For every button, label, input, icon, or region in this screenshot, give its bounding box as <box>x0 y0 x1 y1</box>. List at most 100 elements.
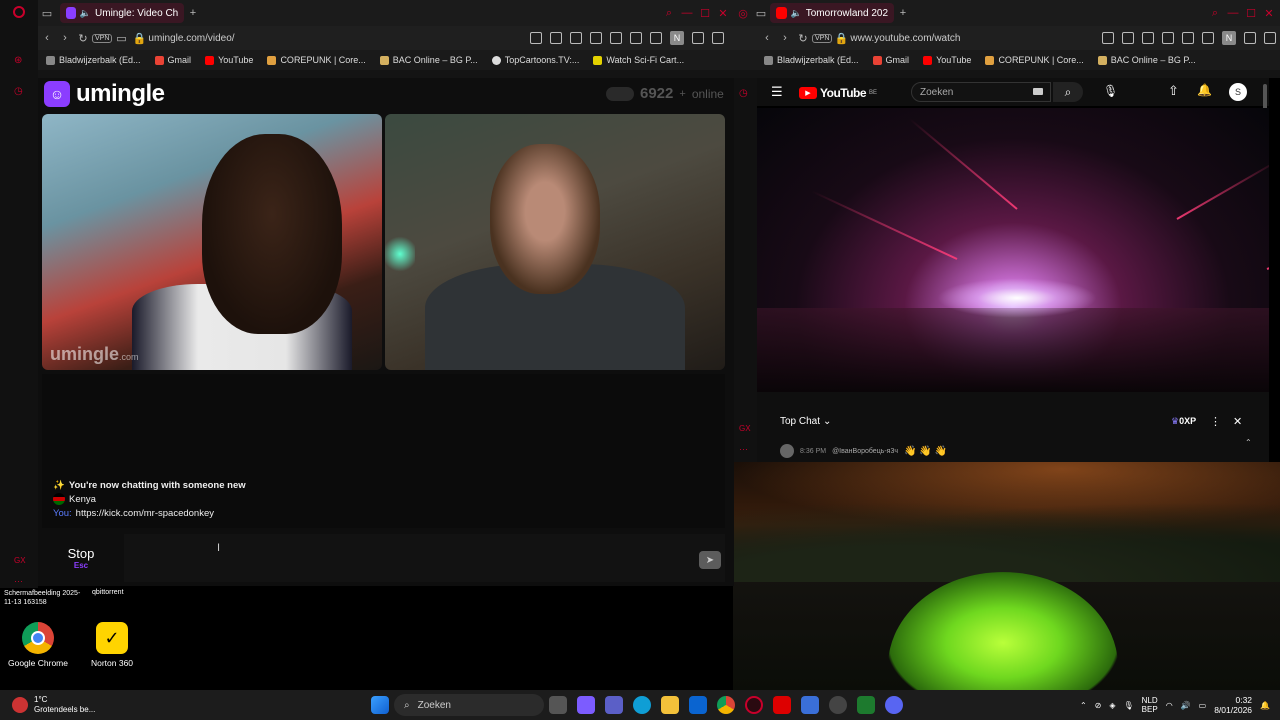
close-icon[interactable]: ✕ <box>1260 7 1278 20</box>
download-icon[interactable] <box>692 32 704 44</box>
message-input[interactable]: I ➤ <box>124 534 725 582</box>
heart-icon[interactable] <box>1182 32 1194 44</box>
pin-icon[interactable] <box>1102 32 1114 44</box>
play-icon[interactable] <box>610 32 622 44</box>
xp-badge[interactable]: ♛0XP <box>1171 416 1196 427</box>
search-icon[interactable]: ⌕ <box>1053 82 1083 102</box>
hamburger-icon[interactable]: ☰ <box>771 84 783 100</box>
vpn-badge[interactable]: VPN <box>92 33 113 43</box>
reload-icon[interactable]: ↻ <box>74 32 92 45</box>
discord-icon[interactable] <box>885 696 903 714</box>
desktop-file-label[interactable]: Schermafbeelding 2025-11-13 163158 <box>4 589 84 607</box>
url-field[interactable]: www.youtube.com/watch <box>850 33 1098 44</box>
profile-avatar[interactable]: N <box>670 31 684 45</box>
play-icon[interactable] <box>1162 32 1174 44</box>
desktop-icon-chrome[interactable]: Google Chrome <box>6 622 70 668</box>
pin-icon[interactable] <box>530 32 542 44</box>
back-icon[interactable]: ‹ <box>38 32 56 44</box>
calculator-icon[interactable] <box>801 696 819 714</box>
security-icon[interactable]: ◈ <box>1109 701 1115 710</box>
desktop-icon-norton[interactable]: ✓ Norton 360 <box>80 622 144 668</box>
bookmark-item[interactable]: BAC Online – BG P... <box>1097 55 1196 65</box>
task-view-icon[interactable] <box>549 696 567 714</box>
desktop-file-label-2[interactable]: qbittorrent <box>92 589 152 596</box>
bookmark-item[interactable]: Bladwijzerbalk (Ed... <box>46 55 141 65</box>
clock[interactable]: 0:32 8/01/2026 <box>1214 695 1252 715</box>
chevron-up-icon[interactable]: ⌃ <box>1245 438 1252 447</box>
mic-icon[interactable]: 🎙 <box>1103 84 1118 98</box>
vpn-badge[interactable]: VPN <box>812 33 833 43</box>
minimize-icon[interactable]: — <box>678 7 696 19</box>
extensions-icon[interactable] <box>1202 32 1214 44</box>
notifications-icon[interactable]: 🔔 <box>1197 83 1212 97</box>
battery-icon[interactable]: ▭ <box>1199 701 1207 710</box>
history-icon[interactable]: ◷ <box>739 88 748 99</box>
search-tabs-icon[interactable]: ⌕ <box>660 7 678 20</box>
new-tab-icon[interactable]: + <box>894 7 912 19</box>
bookmark-item[interactable]: YouTube <box>205 55 253 65</box>
language-indicator[interactable]: NLD BEP <box>1142 696 1158 714</box>
online-toggle[interactable] <box>606 86 634 101</box>
chrome-icon[interactable] <box>717 696 735 714</box>
youtube-app-icon[interactable] <box>773 696 791 714</box>
stop-button[interactable]: Stop Esc <box>42 534 120 582</box>
translate-icon[interactable] <box>590 32 602 44</box>
weather-widget[interactable]: 1°C Grotendeels be... <box>12 695 152 715</box>
minimize-icon[interactable]: — <box>1224 7 1242 19</box>
search-tabs-icon[interactable]: ⌕ <box>1206 7 1224 20</box>
self-video[interactable] <box>385 114 725 370</box>
edge-icon[interactable] <box>633 696 651 714</box>
crop-icon[interactable] <box>1122 32 1134 44</box>
bookmark-item[interactable]: TopCartoons.TV:... <box>491 55 579 65</box>
reload-icon[interactable]: ↻ <box>794 32 812 45</box>
crop-icon[interactable] <box>550 32 562 44</box>
shield-icon[interactable] <box>1142 32 1154 44</box>
teams-icon[interactable] <box>605 696 623 714</box>
more-icon[interactable]: ··· <box>739 444 748 454</box>
messenger-icon[interactable]: ⊛ <box>14 55 22 66</box>
youtube-logo[interactable]: ▶ YouTube BE <box>799 86 877 100</box>
microphone-icon[interactable]: 🎙 <box>1124 701 1134 710</box>
send-button[interactable]: ➤ <box>699 551 721 569</box>
tab-list-icon[interactable]: ▭ <box>752 7 770 20</box>
upload-icon[interactable]: ⇧ <box>1168 83 1179 99</box>
network-off-icon[interactable]: ⊘ <box>1095 701 1102 710</box>
excel-icon[interactable] <box>857 696 875 714</box>
url-field[interactable]: umingle.com/video/ <box>148 33 526 44</box>
back-icon[interactable]: ‹ <box>758 32 776 44</box>
download-icon[interactable] <box>1244 32 1256 44</box>
forward-icon[interactable]: › <box>776 32 794 44</box>
gx-icon[interactable]: GX <box>14 556 26 565</box>
taskbar-search[interactable]: ⌕ Zoeken <box>394 694 544 716</box>
more-options-icon[interactable]: ⋮ <box>1210 415 1221 428</box>
forward-icon[interactable]: › <box>56 32 74 44</box>
menu-icon[interactable] <box>1264 32 1276 44</box>
speaker-icon[interactable]: 🔈 <box>80 8 91 19</box>
speaker-icon[interactable]: 🔈 <box>791 8 802 19</box>
bookmark-item[interactable]: Watch Sci-Fi Cart... <box>593 55 684 65</box>
opera-logo-icon[interactable]: ◎ <box>734 7 752 20</box>
bookmark-item[interactable]: Gmail <box>154 55 191 65</box>
snapshot-icon[interactable]: ▭ <box>112 32 130 45</box>
more-icon[interactable]: ··· <box>14 576 23 586</box>
chevron-up-icon[interactable]: ⌃ <box>1080 701 1087 710</box>
bookmark-item[interactable]: YouTube <box>923 55 971 65</box>
gx-icon[interactable]: GX <box>739 424 751 433</box>
windows-start-icon[interactable] <box>371 696 389 714</box>
maximize-icon[interactable]: ☐ <box>696 7 714 20</box>
menu-icon[interactable] <box>712 32 724 44</box>
outlook-icon[interactable] <box>689 696 707 714</box>
tab-umingle[interactable]: 🔈 Umingle: Video Chat w <box>60 3 184 23</box>
keyboard-icon[interactable] <box>1033 88 1043 95</box>
close-icon[interactable]: ✕ <box>714 7 732 20</box>
wifi-icon[interactable]: ◠ <box>1166 701 1173 710</box>
bookmark-item[interactable]: COREPUNK | Core... <box>267 55 366 65</box>
bookmark-item[interactable]: COREPUNK | Core... <box>985 55 1084 65</box>
opera-gx-icon[interactable] <box>745 696 763 714</box>
tab-youtube[interactable]: 🔈 Tomorrowland 2026 - <box>770 3 894 23</box>
bookmark-item[interactable]: BAC Online – BG P... <box>379 55 478 65</box>
bookmark-item[interactable]: Gmail <box>872 55 909 65</box>
extensions-icon[interactable] <box>650 32 662 44</box>
file-explorer-icon[interactable] <box>661 696 679 714</box>
youtube-search-input[interactable]: Zoeken <box>911 82 1051 102</box>
